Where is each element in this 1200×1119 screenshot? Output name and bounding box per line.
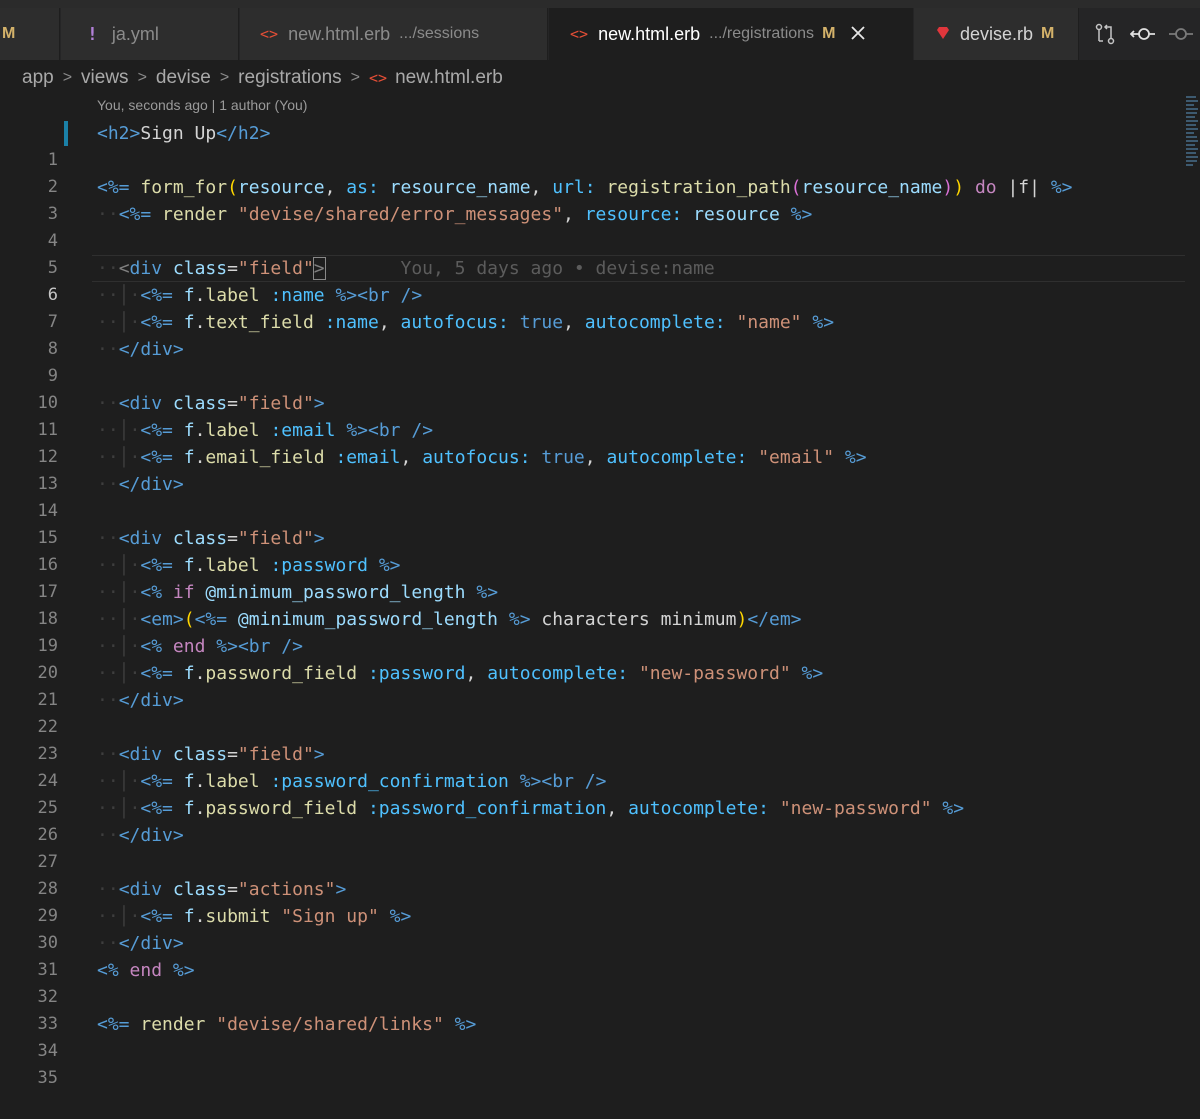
code-line[interactable]: 1 <h2>Sign Up</h2> [0,120,1185,170]
tab-label: new.html.erb [288,23,391,44]
code-line[interactable]: 15 [0,498,1185,548]
code-line[interactable]: 34 <%= render "devise/shared/links" %> [0,1011,1185,1061]
code-line[interactable]: 27 ··</div> [0,822,1185,872]
html-file-icon: <> [260,25,279,43]
html-file-icon: <> [570,25,589,43]
code-line[interactable]: 32 <% end %> [0,957,1185,1007]
code-line[interactable]: 8 ··│·<%= f.text_field :name, autofocus:… [0,309,1185,359]
breadcrumb-item[interactable]: new.html.erb [395,67,503,89]
title-strip [0,0,1200,8]
minimap[interactable] [1186,94,1200,194]
tab-new-html-erb-sessions[interactable]: <> new.html.erb .../sessions [240,8,548,60]
tab-partial[interactable]: M [0,8,60,60]
code-line[interactable]: 31 ··</div> [0,930,1185,980]
code-line[interactable]: 16 ··<div class="field"> [0,525,1185,575]
breadcrumb-item[interactable]: views [81,67,129,89]
close-icon[interactable] [851,24,866,45]
code-line[interactable]: 25 ··│·<%= f.label :password_confirmatio… [0,768,1185,818]
tab-description: .../sessions [399,25,480,42]
git-change-gutter [64,121,68,146]
line-number: 35 [37,1068,58,1088]
code-editor[interactable]: 1 <h2>Sign Up</h2> 2 3 <%= form_for(reso… [0,120,1185,1088]
code-line[interactable]: 30 ··│·<%= f.submit "Sign up" %> [0,903,1185,953]
breadcrumb-item[interactable]: registrations [238,67,342,89]
code-line[interactable]: 29 ··<div class="actions"> [0,876,1185,926]
code-line[interactable]: 18 ··│·<% if @minimum_password_length %> [0,579,1185,629]
breadcrumb: app > views > devise > registrations > <… [22,62,503,94]
code-line[interactable]: 12 ··│·<%= f.label :email %><br /> [0,417,1185,467]
code-line[interactable]: 33 [0,984,1185,1034]
tab-description: .../registrations [709,25,815,42]
code-line[interactable]: 2 [0,147,1185,197]
code-line[interactable]: 28 [0,849,1185,899]
modified-badge: M [1041,25,1055,42]
code-line[interactable]: 17 ··│·<%= f.label :password %> [0,552,1185,602]
code-line[interactable]: 22 ··</div> [0,687,1185,737]
code-line[interactable]: 3 <%= form_for(resource, as: resource_na… [0,174,1185,224]
chevron-right-icon: > [137,69,147,86]
breadcrumb-item[interactable]: app [22,67,54,89]
breadcrumb-item[interactable]: devise [156,67,211,89]
code-line[interactable]: 35 [0,1038,1185,1088]
code-line[interactable]: 20 ··│·<% end %><br /> [0,633,1185,683]
tab-label: devise.rb [960,23,1034,44]
code-line[interactable]: 4 ··<%= render "devise/shared/error_mess… [0,201,1185,251]
chevron-right-icon: > [62,69,73,86]
tab-label: ja.yml [111,23,159,44]
git-commit-back-icon[interactable] [1124,8,1162,60]
code-line[interactable]: 23 [0,714,1185,764]
modified-badge: M [822,25,836,42]
editor-actions [1086,8,1200,60]
code-line[interactable]: 19 ··│·<em>(<%= @minimum_password_length… [0,606,1185,656]
tab-label: new.html.erb [598,23,701,44]
chevron-right-icon: > [350,69,361,86]
compare-changes-icon[interactable] [1086,8,1124,60]
tab-devise-rb[interactable]: devise.rb M [914,8,1079,60]
tab-new-html-erb-registrations[interactable]: <> new.html.erb .../registrations M [549,8,913,60]
html-file-icon: <> [369,69,388,87]
code-line[interactable]: 7 ··│·<%= f.label :name %><br /> [0,282,1185,332]
tab-ja-yml[interactable]: ! ja.yml [61,8,239,60]
yaml-file-icon: ! [87,23,98,45]
current-code-line[interactable]: 6 ··<div class="field"> You, 5 days ago … [0,255,1185,305]
chevron-right-icon: > [219,69,230,86]
code-line[interactable]: 26 ··│·<%= f.password_field :password_co… [0,795,1185,845]
code-line[interactable]: 5 [0,228,1185,278]
code-line[interactable]: 13 ··│·<%= f.email_field :email, autofoc… [0,444,1185,494]
code-line[interactable]: 14 ··</div> [0,471,1185,521]
code-line[interactable]: 24 ··<div class="field"> [0,741,1185,791]
inline-blame: You, 5 days ago • devise:name [400,258,715,279]
code-line[interactable]: 21 ··│·<%= f.password_field :password, a… [0,660,1185,710]
code-line[interactable]: 9 ··</div> [0,336,1185,386]
ruby-file-icon [936,24,950,45]
git-commit-icon[interactable] [1162,8,1200,60]
blame-codelens[interactable]: You, seconds ago | 1 author (You) [97,97,307,113]
code-line[interactable]: 10 [0,363,1185,413]
code-line[interactable]: 11 ··<div class="field"> [0,390,1185,440]
editor-tab-bar: M ! ja.yml <> new.html.erb .../sessions … [0,8,1200,60]
modified-badge: M [2,25,16,42]
